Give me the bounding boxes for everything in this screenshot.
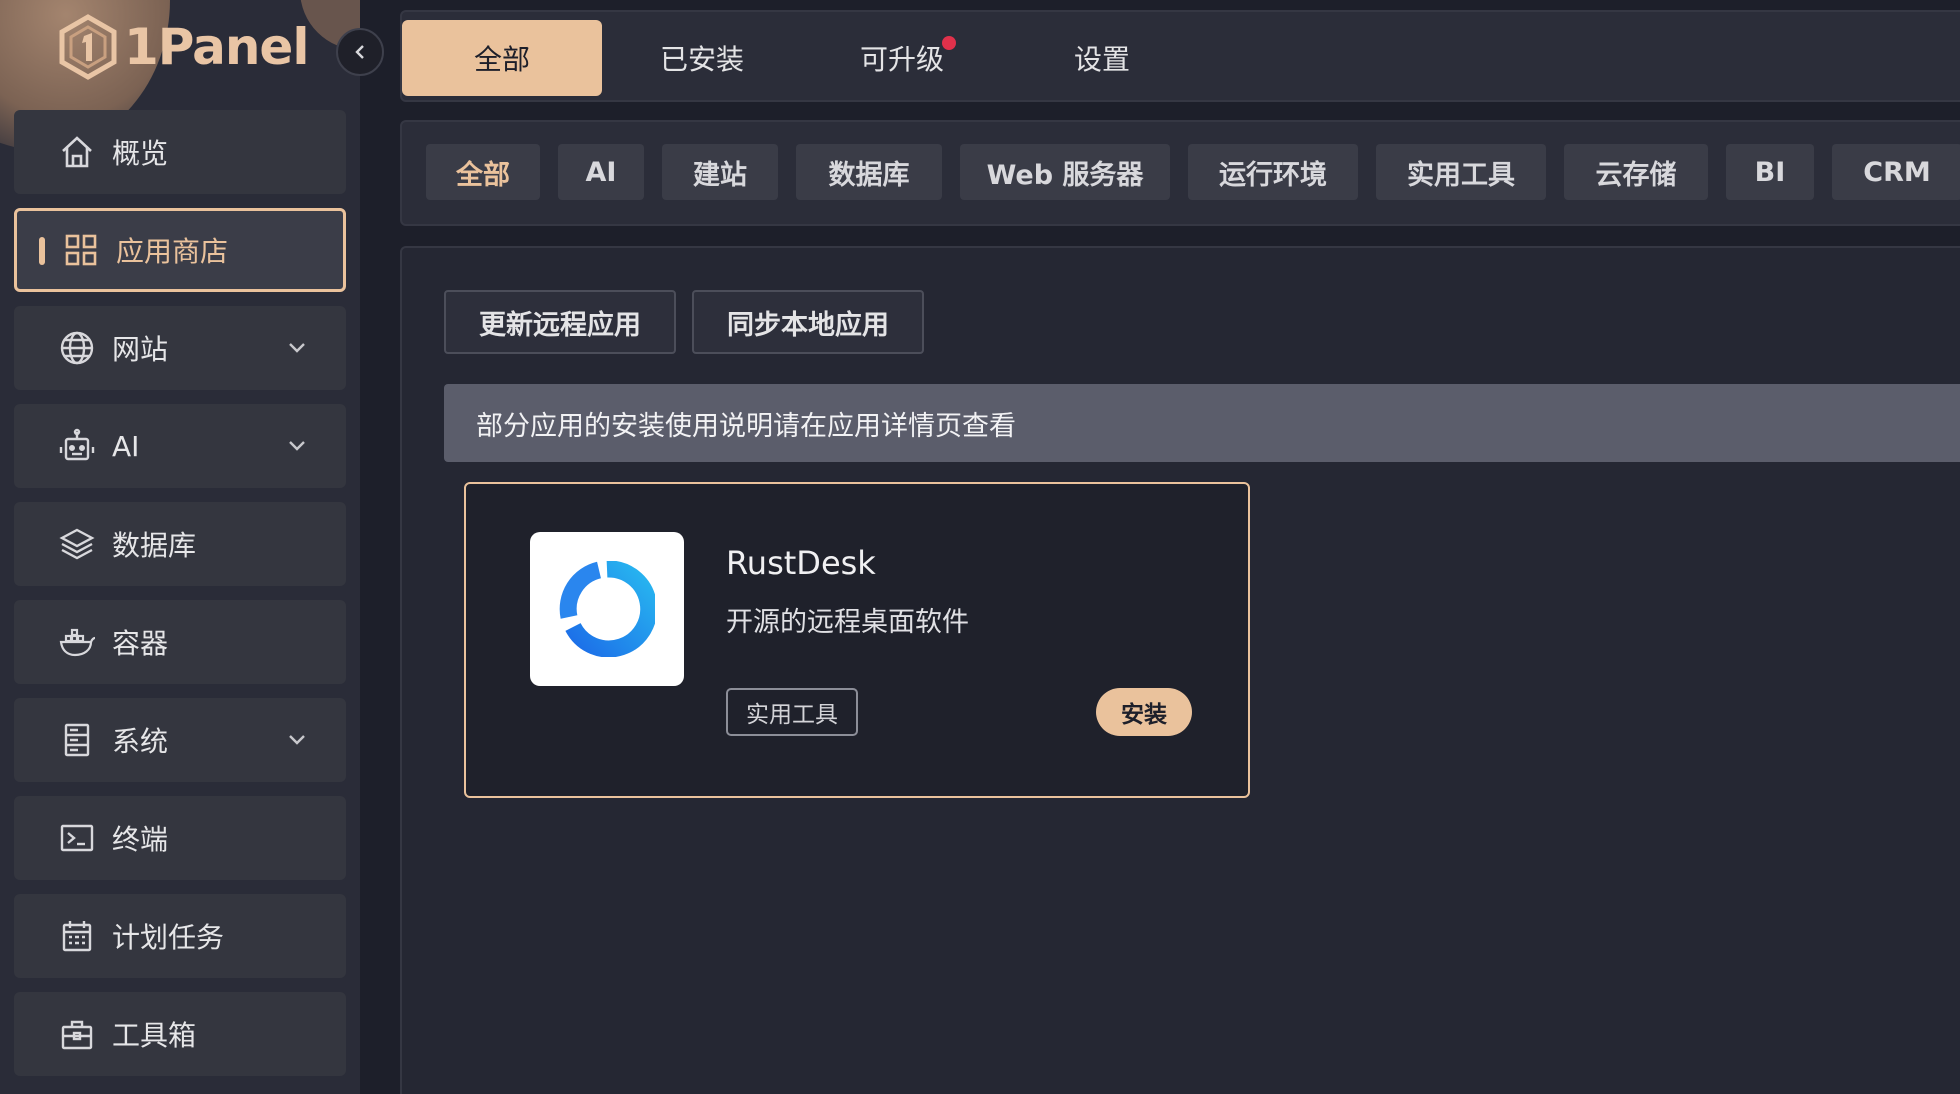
sidebar-item-label: 数据库 bbox=[112, 529, 197, 562]
robot-icon bbox=[58, 427, 96, 465]
chevron-left-icon bbox=[355, 45, 364, 59]
tab-label: 可升级 bbox=[859, 43, 944, 76]
chevron-down-icon bbox=[289, 441, 305, 451]
update-badge-dot bbox=[942, 36, 956, 50]
sidebar-item-label: 工具箱 bbox=[112, 1019, 197, 1052]
sidebar-item-label: 容器 bbox=[112, 627, 169, 660]
collapse-sidebar-button[interactable] bbox=[336, 28, 384, 76]
docker-icon bbox=[58, 623, 96, 661]
sidebar-item-label: 系统 bbox=[112, 725, 169, 758]
sync-local-apps-button[interactable]: 同步本地应用 bbox=[692, 290, 924, 354]
category-utility[interactable]: 实用工具 bbox=[1376, 144, 1546, 200]
rustdesk-logo-icon bbox=[530, 532, 684, 686]
category-bi[interactable]: BI bbox=[1726, 144, 1814, 200]
logo-text: 1Panel bbox=[124, 18, 309, 76]
apps-grid-icon bbox=[62, 231, 100, 269]
info-notice: 部分应用的安装使用说明请在应用详情页查看 bbox=[444, 384, 1960, 462]
install-button[interactable]: 安装 bbox=[1096, 688, 1192, 736]
sidebar: 1Panel 概览 应用商店 网站 AI 数据库 容器 系统 终端 计划任务 工… bbox=[0, 0, 360, 1094]
category-ai[interactable]: AI bbox=[558, 144, 644, 200]
sidebar-item-toolbox[interactable]: 工具箱 bbox=[14, 992, 346, 1076]
app-card[interactable]: RustDesk 开源的远程桌面软件 实用工具 安装 bbox=[464, 482, 1250, 798]
chevron-down-icon bbox=[289, 343, 305, 353]
sidebar-menu: 概览 应用商店 网站 AI 数据库 容器 系统 终端 计划任务 工具箱 bbox=[14, 110, 346, 1090]
toolbox-icon bbox=[58, 1015, 96, 1053]
app-logo[interactable]: 1Panel bbox=[58, 12, 309, 82]
active-indicator bbox=[39, 237, 45, 265]
category-website[interactable]: 建站 bbox=[662, 144, 778, 200]
tab-settings[interactable]: 设置 bbox=[1002, 20, 1202, 96]
1panel-logo-icon bbox=[59, 14, 117, 80]
sidebar-item-label: 计划任务 bbox=[112, 921, 225, 954]
app-name: RustDesk bbox=[726, 544, 876, 582]
sidebar-item-container[interactable]: 容器 bbox=[14, 600, 346, 684]
tab-installed[interactable]: 已安装 bbox=[602, 20, 802, 96]
tab-all[interactable]: 全部 bbox=[402, 20, 602, 96]
app-description: 开源的远程桌面软件 bbox=[726, 607, 969, 638]
category-database[interactable]: 数据库 bbox=[796, 144, 942, 200]
category-cloud-storage[interactable]: 云存储 bbox=[1564, 144, 1708, 200]
sidebar-item-label: 终端 bbox=[112, 823, 169, 856]
calendar-icon bbox=[58, 917, 96, 955]
sidebar-item-cron[interactable]: 计划任务 bbox=[14, 894, 346, 978]
sidebar-item-ai[interactable]: AI bbox=[14, 404, 346, 488]
tab-upgradable[interactable]: 可升级 bbox=[802, 20, 1002, 96]
category-filter-bar: 全部 AI 建站 数据库 Web 服务器 运行环境 实用工具 云存储 BI CR… bbox=[400, 120, 1960, 226]
sidebar-item-label: 网站 bbox=[112, 333, 169, 366]
server-icon bbox=[58, 721, 96, 759]
category-runtime[interactable]: 运行环境 bbox=[1188, 144, 1358, 200]
sidebar-item-database[interactable]: 数据库 bbox=[14, 502, 346, 586]
category-all[interactable]: 全部 bbox=[426, 144, 540, 200]
sidebar-item-label: AI bbox=[112, 429, 140, 463]
sidebar-item-website[interactable]: 网站 bbox=[14, 306, 346, 390]
category-crm[interactable]: CRM bbox=[1832, 144, 1960, 200]
app-list-panel: 更新远程应用 同步本地应用 部分应用的安装使用说明请在应用详情页查看 RustD… bbox=[400, 246, 1960, 1094]
home-icon bbox=[58, 133, 96, 171]
layers-icon bbox=[58, 525, 96, 563]
update-remote-apps-button[interactable]: 更新远程应用 bbox=[444, 290, 676, 354]
terminal-icon bbox=[58, 819, 96, 857]
sidebar-item-overview[interactable]: 概览 bbox=[14, 110, 346, 194]
globe-icon bbox=[58, 329, 96, 367]
category-web-server[interactable]: Web 服务器 bbox=[960, 144, 1170, 200]
app-category-tag[interactable]: 实用工具 bbox=[726, 688, 858, 736]
sidebar-item-label: 应用商店 bbox=[116, 235, 229, 268]
sidebar-item-app-store[interactable]: 应用商店 bbox=[14, 208, 346, 292]
sidebar-item-system[interactable]: 系统 bbox=[14, 698, 346, 782]
sidebar-item-label: 概览 bbox=[112, 137, 169, 170]
sidebar-item-terminal[interactable]: 终端 bbox=[14, 796, 346, 880]
app-store-tabs: 全部 已安装 可升级 设置 bbox=[400, 10, 1960, 102]
chevron-down-icon bbox=[289, 735, 305, 745]
